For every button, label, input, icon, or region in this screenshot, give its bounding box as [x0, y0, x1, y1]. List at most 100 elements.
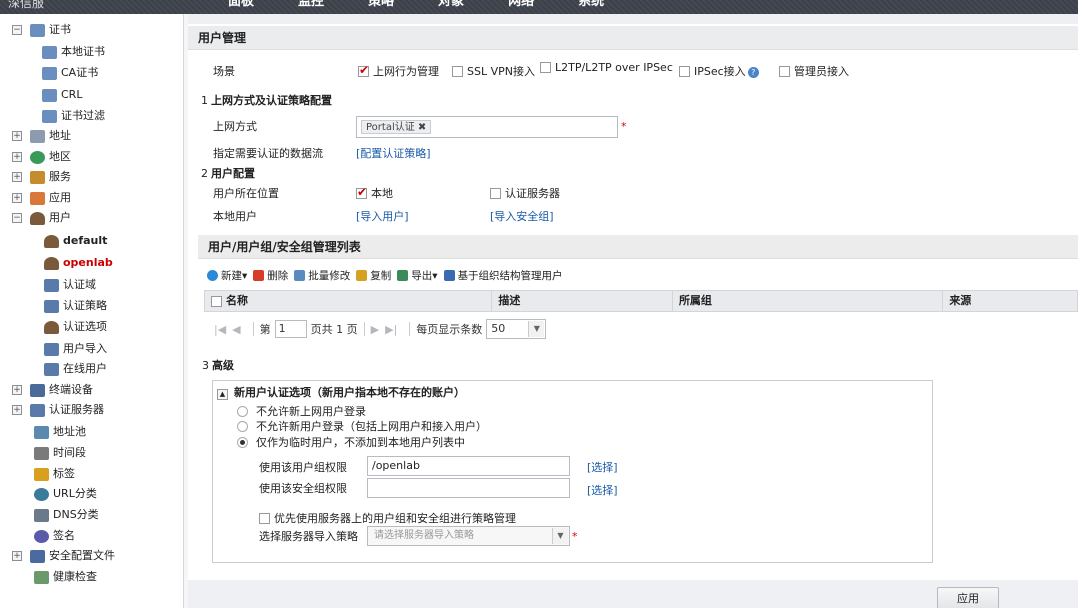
radio-selected-icon[interactable]: [237, 437, 248, 448]
scene-ipsec-checkbox[interactable]: IPSec接入?: [679, 63, 759, 79]
new-button[interactable]: 新建▾: [207, 268, 247, 283]
checkbox-checked-icon[interactable]: [356, 185, 367, 199]
chevron-down-icon[interactable]: ▼: [552, 528, 568, 544]
nav-policy[interactable]: 策略: [368, 0, 394, 10]
sidebar-item-crl[interactable]: CRL: [42, 85, 82, 105]
select-group-link[interactable]: [选择]: [587, 459, 618, 475]
sidebar-item-auth-options[interactable]: 认证选项: [44, 317, 107, 337]
sidebar-item-url-category[interactable]: URL分类: [34, 484, 97, 504]
sidebar-item-openlab[interactable]: openlab: [44, 253, 113, 273]
first-page-icon[interactable]: |◀: [214, 323, 226, 336]
option-deny-new-web-users[interactable]: 不允许新上网用户登录: [237, 403, 366, 419]
sidebar-item-cert-filter[interactable]: 证书过滤: [42, 106, 105, 126]
access-method-tag-input[interactable]: Portal认证 ✖: [356, 116, 618, 138]
sidebar-item-dns-category[interactable]: DNS分类: [34, 505, 99, 525]
last-page-icon[interactable]: ▶|: [385, 323, 397, 336]
sidebar-item-endpoint[interactable]: + 终端设备: [12, 380, 93, 400]
expand-toggle-icon[interactable]: +: [12, 551, 22, 561]
org-structure-button[interactable]: 基于组织结构管理用户: [443, 268, 563, 283]
group-perm-input[interactable]: /openlab: [367, 456, 570, 476]
sidebar-item-ca-cert[interactable]: CA证书: [42, 63, 98, 83]
sidebar-item-certificates[interactable]: − 证书: [12, 20, 71, 40]
sidebar-item-auth-policy[interactable]: 认证策略: [44, 296, 107, 316]
sidebar-item-tag[interactable]: 标签: [34, 464, 75, 484]
import-policy-select[interactable]: 请选择服务器导入策略 ▼: [367, 526, 570, 546]
step-title-text: 用户配置: [211, 167, 255, 180]
col-description[interactable]: 描述: [492, 291, 673, 311]
expand-toggle-icon[interactable]: +: [12, 193, 22, 203]
checkbox-checked-icon[interactable]: [358, 63, 369, 77]
sidebar-item-signature[interactable]: 签名: [34, 526, 75, 546]
collapse-toggle-icon[interactable]: −: [12, 25, 22, 35]
prefer-server-groups-checkbox[interactable]: 优先使用服务器上的用户组和安全组进行策略管理: [259, 510, 516, 526]
scene-admin-checkbox[interactable]: 管理员接入: [779, 63, 849, 79]
sidebar-item-default[interactable]: default: [44, 231, 107, 251]
checkbox-icon[interactable]: [540, 62, 551, 73]
expand-toggle-icon[interactable]: +: [12, 405, 22, 415]
sidebar-item-application[interactable]: + 应用: [12, 188, 71, 208]
page-size-select[interactable]: 50 ▼: [486, 319, 547, 339]
nav-system[interactable]: 系统: [578, 0, 604, 10]
import-user-link[interactable]: [导入用户]: [356, 208, 409, 224]
batch-edit-button[interactable]: 批量修改: [294, 268, 350, 283]
checkbox-icon[interactable]: [779, 66, 790, 77]
collapse-toggle-icon[interactable]: −: [12, 213, 22, 223]
import-security-group-link[interactable]: [导入安全组]: [490, 208, 554, 224]
sidebar-item-online-users[interactable]: 在线用户: [44, 359, 107, 379]
sidebar-item-user-import[interactable]: 用户导入: [44, 339, 107, 359]
sidebar-item-region[interactable]: + 地区: [12, 147, 71, 167]
col-group[interactable]: 所属组: [673, 291, 944, 311]
scene-web-mgmt-checkbox[interactable]: 上网行为管理: [358, 63, 439, 79]
checkbox-icon[interactable]: [679, 66, 690, 77]
radio-icon[interactable]: [237, 421, 248, 432]
scene-l2tp-checkbox[interactable]: L2TP/L2TP over IPSec: [540, 61, 673, 74]
expand-toggle-icon[interactable]: +: [12, 131, 22, 141]
sidebar-item-address-pool[interactable]: 地址池: [34, 422, 86, 442]
sidebar-item-schedule[interactable]: 时间段: [34, 443, 86, 463]
sidebar-item-auth-domain[interactable]: 认证域: [44, 275, 96, 295]
portal-auth-tag[interactable]: Portal认证 ✖: [361, 120, 432, 134]
nav-network[interactable]: 网络: [508, 0, 534, 10]
checkbox-label: 本地: [371, 187, 393, 200]
select-sec-group-link[interactable]: [选择]: [587, 482, 618, 498]
option-temp-user[interactable]: 仅作为临时用户，不添加到本地用户列表中: [237, 434, 465, 450]
apply-button[interactable]: 应用: [937, 587, 999, 608]
collapse-icon[interactable]: ▲: [217, 389, 228, 400]
nav-objects[interactable]: 对象: [438, 0, 464, 10]
nav-monitor[interactable]: 监控: [298, 0, 324, 10]
checkbox-icon[interactable]: [452, 66, 463, 77]
expand-toggle-icon[interactable]: +: [12, 152, 22, 162]
radio-icon[interactable]: [237, 406, 248, 417]
auth-domain-icon: [44, 278, 59, 292]
location-auth-server-checkbox[interactable]: 认证服务器: [490, 185, 560, 201]
expand-toggle-icon[interactable]: +: [12, 385, 22, 395]
checkbox-icon[interactable]: [490, 188, 501, 199]
sidebar-item-auth-server[interactable]: + 认证服务器: [12, 400, 104, 420]
sec-group-perm-label: 使用该安全组权限: [259, 482, 347, 495]
col-name[interactable]: 名称: [205, 291, 493, 311]
page-number-input[interactable]: 1: [274, 320, 307, 338]
sidebar-item-health-check[interactable]: 健康检查: [34, 567, 97, 587]
nav-dashboard[interactable]: 面板: [228, 0, 254, 10]
scene-ssl-vpn-checkbox[interactable]: SSL VPN接入: [452, 63, 535, 79]
sidebar-item-security-profile[interactable]: + 安全配置文件: [12, 546, 115, 566]
config-auth-policy-link[interactable]: [配置认证策略]: [356, 145, 431, 161]
option-deny-new-users[interactable]: 不允许新用户登录（包括上网用户和接入用户）: [237, 418, 487, 434]
select-all-checkbox[interactable]: [211, 295, 222, 307]
expand-toggle-icon[interactable]: +: [12, 172, 22, 182]
col-source[interactable]: 来源: [943, 291, 1077, 311]
sidebar-item-local-cert[interactable]: 本地证书: [42, 42, 105, 62]
help-icon[interactable]: ?: [747, 67, 759, 78]
sidebar-item-service[interactable]: + 服务: [12, 167, 71, 187]
copy-button[interactable]: 复制: [356, 268, 391, 283]
sidebar-item-user[interactable]: − 用户: [12, 208, 71, 228]
delete-button[interactable]: 删除: [253, 268, 288, 283]
chevron-down-icon[interactable]: ▼: [528, 321, 545, 337]
checkbox-icon[interactable]: [259, 513, 270, 524]
next-page-icon[interactable]: ▶: [371, 323, 379, 336]
sec-group-perm-input[interactable]: [367, 478, 570, 498]
location-local-checkbox[interactable]: 本地: [356, 185, 393, 201]
prev-page-icon[interactable]: ◀: [232, 323, 240, 336]
export-button[interactable]: 导出▾: [397, 268, 438, 283]
sidebar-item-address[interactable]: + 地址: [12, 126, 71, 146]
